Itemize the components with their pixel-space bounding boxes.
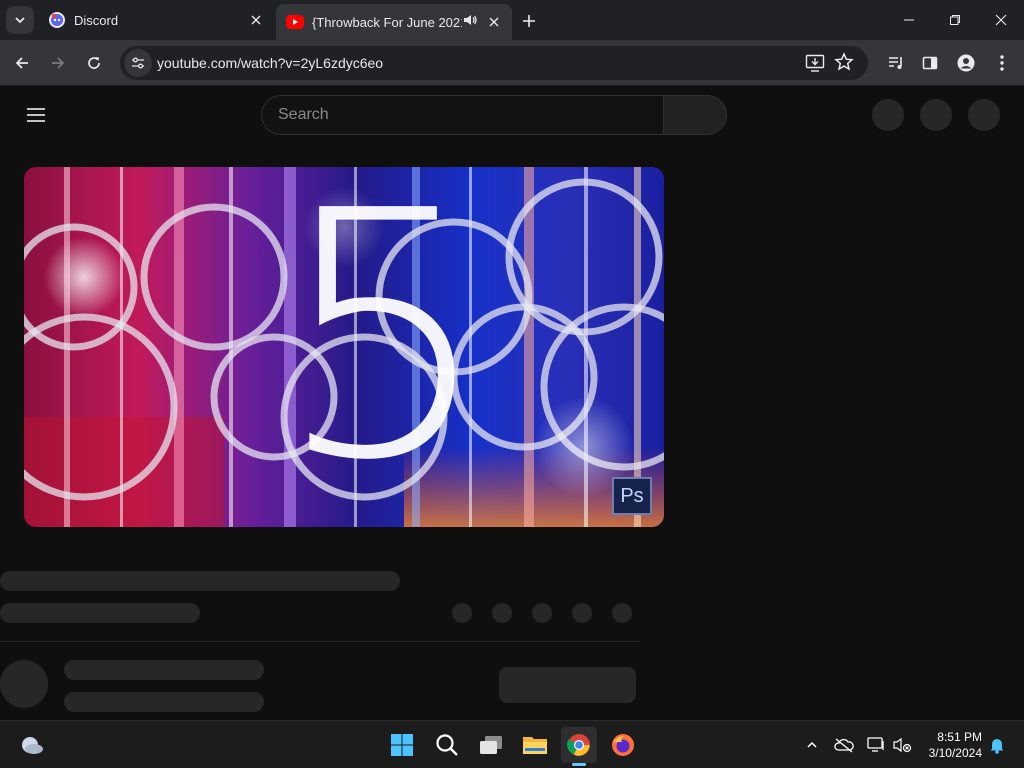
youtube-icon bbox=[286, 13, 304, 31]
side-panel-icon bbox=[922, 55, 938, 71]
tab-youtube[interactable]: {Throwback For June 2021} bbox=[276, 4, 512, 40]
profile-icon bbox=[957, 54, 975, 72]
photoshop-badge: Ps bbox=[612, 477, 652, 515]
speaker-icon[interactable] bbox=[462, 12, 478, 28]
taskbar-search-button[interactable] bbox=[429, 727, 465, 763]
channel-avatar-placeholder bbox=[0, 660, 48, 708]
divider bbox=[0, 641, 640, 642]
active-app-indicator bbox=[572, 763, 586, 766]
guide-menu-button[interactable] bbox=[20, 103, 52, 127]
search-icon bbox=[435, 733, 459, 757]
network-icon bbox=[866, 736, 886, 754]
windows-taskbar: 8:51 PM 3/10/2024 bbox=[0, 720, 1024, 768]
action-placeholder bbox=[452, 603, 472, 623]
system-clock[interactable]: 8:51 PM 3/10/2024 bbox=[929, 729, 982, 761]
action-placeholder bbox=[612, 603, 632, 623]
firefox-taskbar-button[interactable] bbox=[605, 727, 641, 763]
channel-subs-placeholder bbox=[64, 692, 264, 712]
discord-icon bbox=[48, 11, 66, 29]
tune-icon bbox=[131, 56, 145, 70]
file-explorer-button[interactable] bbox=[517, 727, 553, 763]
clock-date: 3/10/2024 bbox=[928, 746, 982, 760]
tab-discord[interactable]: Discord bbox=[36, 0, 274, 40]
close-window-button[interactable] bbox=[978, 0, 1024, 40]
start-icon bbox=[390, 733, 414, 757]
arrow-right-icon bbox=[50, 55, 66, 71]
video-player[interactable]: 5 Ps bbox=[24, 167, 664, 527]
close-icon bbox=[995, 14, 1007, 26]
tab-title: {Throwback For June 2021} bbox=[312, 14, 462, 30]
media-control-button[interactable] bbox=[880, 47, 912, 79]
reload-icon bbox=[86, 55, 102, 71]
chrome-taskbar-button[interactable] bbox=[561, 727, 597, 763]
header-placeholder-circle bbox=[968, 99, 1000, 131]
hamburger-icon bbox=[26, 107, 46, 123]
firefox-icon bbox=[611, 733, 635, 757]
more-vert-icon bbox=[1000, 55, 1004, 71]
profile-button[interactable] bbox=[950, 47, 982, 79]
search-box bbox=[261, 95, 663, 135]
file-explorer-icon bbox=[522, 734, 548, 756]
title-placeholder bbox=[0, 571, 400, 591]
back-button[interactable] bbox=[6, 47, 38, 79]
tab-search-button[interactable] bbox=[6, 6, 34, 34]
task-view-button[interactable] bbox=[473, 727, 509, 763]
minimize-icon bbox=[903, 14, 915, 26]
chevron-down-icon bbox=[14, 14, 26, 26]
clock-time: 8:51 PM bbox=[937, 730, 982, 744]
badge-text: Ps bbox=[620, 484, 644, 507]
search-input[interactable] bbox=[262, 96, 663, 134]
task-view-icon bbox=[478, 734, 504, 756]
video-overlay-number: 5 bbox=[275, 167, 493, 527]
show-hidden-icons-button[interactable] bbox=[796, 727, 828, 763]
action-placeholder bbox=[572, 603, 592, 623]
bookmark-star-icon[interactable] bbox=[834, 52, 854, 72]
close-icon[interactable] bbox=[484, 12, 504, 32]
weather-widget[interactable] bbox=[14, 727, 50, 763]
header-placeholder-circle bbox=[872, 99, 904, 131]
browser-toolbar: youtube.com/watch?v=2yL6zdyc6eo bbox=[0, 40, 1024, 86]
url-text[interactable]: youtube.com/watch?v=2yL6zdyc6eo bbox=[157, 55, 383, 71]
close-icon[interactable] bbox=[246, 10, 266, 30]
bell-icon bbox=[989, 736, 1005, 754]
arrow-left-icon bbox=[14, 55, 30, 71]
install-app-icon[interactable] bbox=[804, 52, 826, 74]
volume-tray-button[interactable] bbox=[886, 727, 918, 763]
restore-button[interactable] bbox=[932, 0, 978, 40]
media-queue-icon bbox=[887, 54, 905, 72]
volume-muted-icon bbox=[892, 736, 912, 754]
side-panel-button[interactable] bbox=[914, 47, 946, 79]
weather-icon bbox=[19, 734, 45, 756]
new-tab-button[interactable] bbox=[518, 10, 540, 32]
youtube-page: 5 Ps bbox=[0, 87, 1024, 720]
onedrive-tray-button[interactable] bbox=[828, 727, 860, 763]
action-placeholder bbox=[532, 603, 552, 623]
chevron-up-icon bbox=[806, 739, 818, 751]
forward-button[interactable] bbox=[42, 47, 74, 79]
channel-name-placeholder bbox=[64, 660, 264, 680]
action-placeholder bbox=[492, 603, 512, 623]
start-button[interactable] bbox=[384, 727, 420, 763]
plus-icon bbox=[522, 14, 536, 28]
minimize-button[interactable] bbox=[886, 0, 932, 40]
header-placeholder-circle bbox=[920, 99, 952, 131]
subscribe-placeholder bbox=[499, 667, 636, 703]
address-bar[interactable]: youtube.com/watch?v=2yL6zdyc6eo bbox=[120, 46, 868, 80]
restore-icon bbox=[949, 14, 961, 26]
menu-button[interactable] bbox=[986, 47, 1018, 79]
site-info-button[interactable] bbox=[124, 49, 152, 77]
cloud-off-icon bbox=[834, 737, 854, 753]
browser-tab-strip: Discord {Throwback For June 2021} bbox=[0, 0, 1024, 40]
search-button[interactable] bbox=[663, 95, 727, 135]
chrome-icon bbox=[567, 733, 591, 757]
notifications-button[interactable] bbox=[984, 727, 1010, 763]
meta-placeholder bbox=[0, 603, 200, 623]
tab-title: Discord bbox=[74, 12, 119, 28]
reload-button[interactable] bbox=[78, 47, 110, 79]
